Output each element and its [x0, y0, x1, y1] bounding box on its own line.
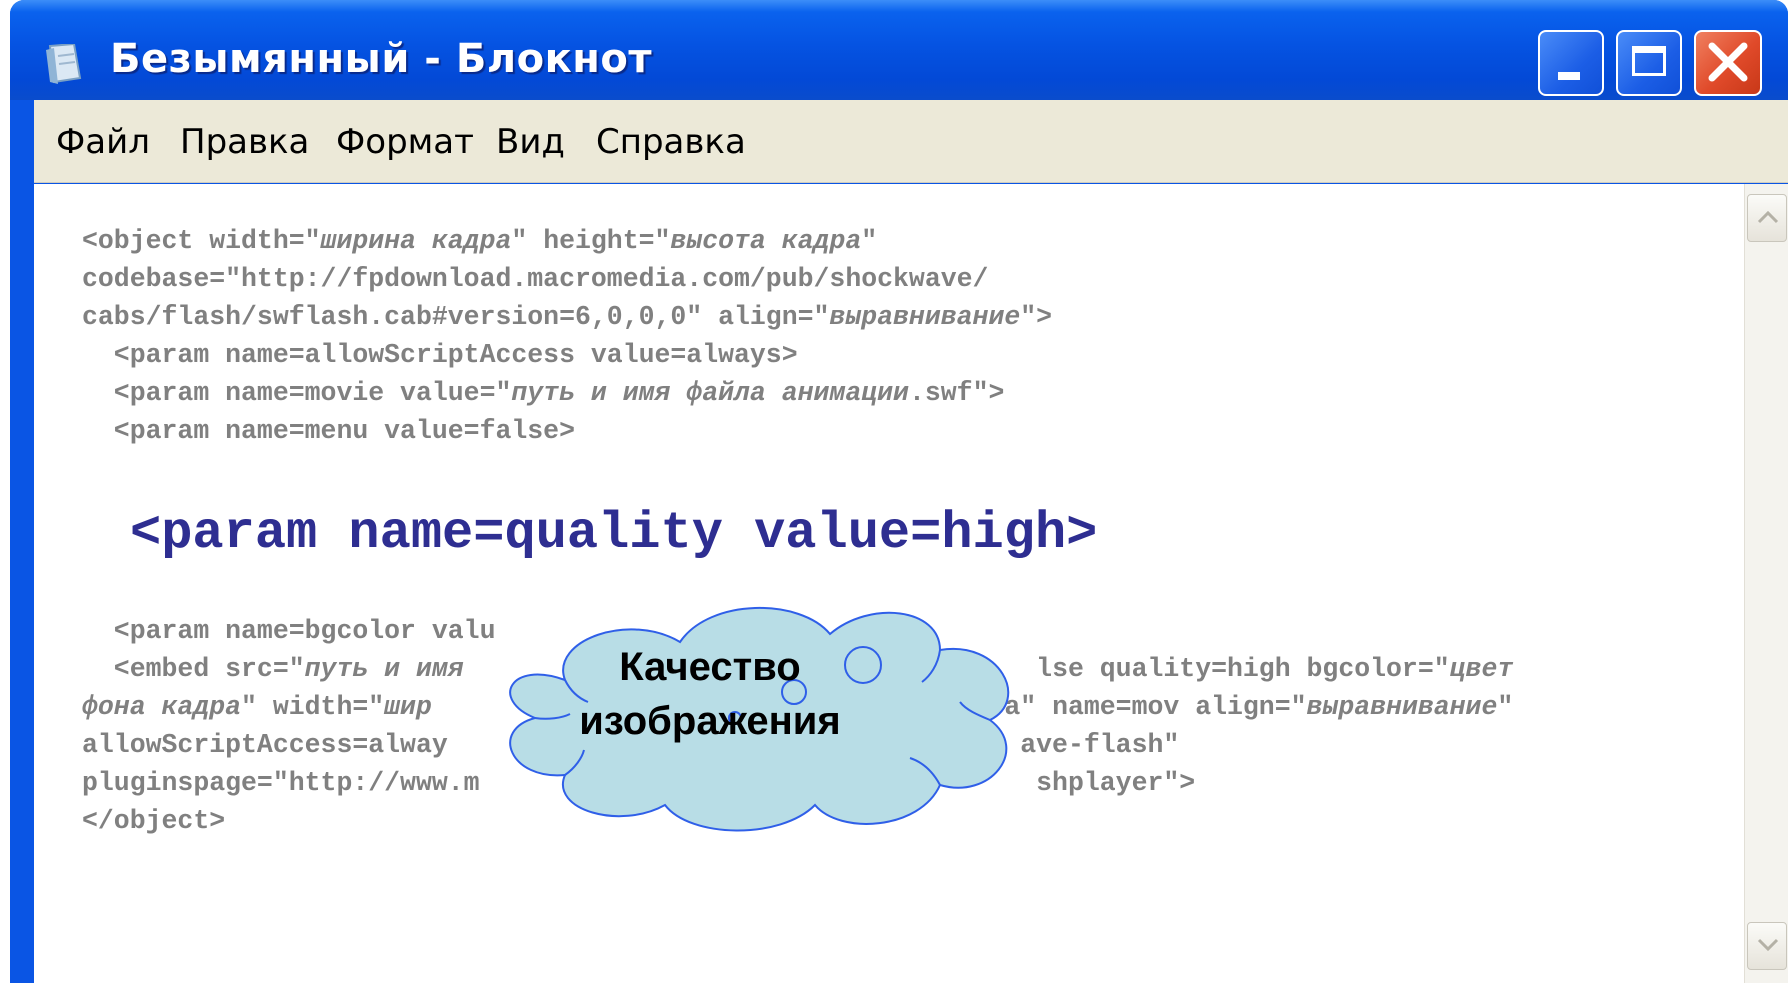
- code-line: cabs/flash/swflash.cab#version=6,0,0,0" …: [82, 302, 1053, 332]
- code-placeholder: высота кадра: [670, 226, 862, 256]
- close-button[interactable]: [1694, 30, 1762, 96]
- menu-view[interactable]: Вид: [496, 122, 565, 162]
- text-editor-area[interactable]: <object width="ширина кадра" height="выс…: [34, 184, 1744, 983]
- minimize-icon: [1558, 72, 1580, 80]
- code-placeholder: выравнивание: [829, 302, 1021, 332]
- code-placeholder: выравнивание: [1306, 692, 1498, 722]
- menu-help[interactable]: Справка: [596, 122, 746, 162]
- code-placeholder: фона кадра: [82, 692, 242, 722]
- callout-line-1: Качество: [619, 645, 801, 689]
- vertical-scrollbar[interactable]: [1744, 184, 1788, 983]
- callout-line-2: изображения: [579, 699, 841, 743]
- callout-text: Качество изображения: [560, 640, 860, 748]
- menu-file[interactable]: Файл: [56, 122, 150, 162]
- scroll-down-button[interactable]: [1747, 922, 1787, 970]
- code-line: codebase="http://fpdownload.macromedia.c…: [82, 264, 989, 294]
- code-placeholder: шир: [384, 692, 432, 722]
- code-block-top: <object width="ширина кадра" height="выс…: [82, 222, 1052, 450]
- code-placeholder: путь и имя: [304, 654, 464, 684]
- menu-bar: Файл Правка Формат Вид Справка: [34, 100, 1788, 183]
- scroll-up-icon: [1757, 210, 1779, 224]
- code-line: <param name=movie value="путь и имя файл…: [82, 378, 1005, 408]
- maximize-button[interactable]: [1616, 30, 1682, 96]
- title-bar[interactable]: Безымянный - Блокнот: [10, 0, 1788, 100]
- menu-format[interactable]: Формат: [336, 122, 474, 162]
- close-icon: [1708, 42, 1748, 82]
- code-line: <object width="ширина кадра" height="выс…: [82, 226, 878, 256]
- code-line: <param name=allowScriptAccess value=alwa…: [82, 340, 798, 370]
- scroll-down-icon: [1757, 938, 1779, 952]
- code-placeholder: цвет: [1449, 654, 1514, 684]
- minimize-button[interactable]: [1538, 30, 1604, 96]
- code-line: <param name=menu value=false>: [82, 416, 575, 446]
- highlighted-code-line: <param name=quality value=high>: [130, 504, 1098, 563]
- notepad-icon: [46, 44, 82, 84]
- scroll-up-button[interactable]: [1747, 194, 1787, 242]
- code-placeholder: ширина кадра: [320, 226, 512, 256]
- menu-edit[interactable]: Правка: [180, 122, 309, 162]
- code-placeholder: путь и имя файла анимации: [511, 378, 909, 408]
- window-title: Безымянный - Блокнот: [110, 36, 653, 82]
- maximize-icon: [1632, 46, 1666, 76]
